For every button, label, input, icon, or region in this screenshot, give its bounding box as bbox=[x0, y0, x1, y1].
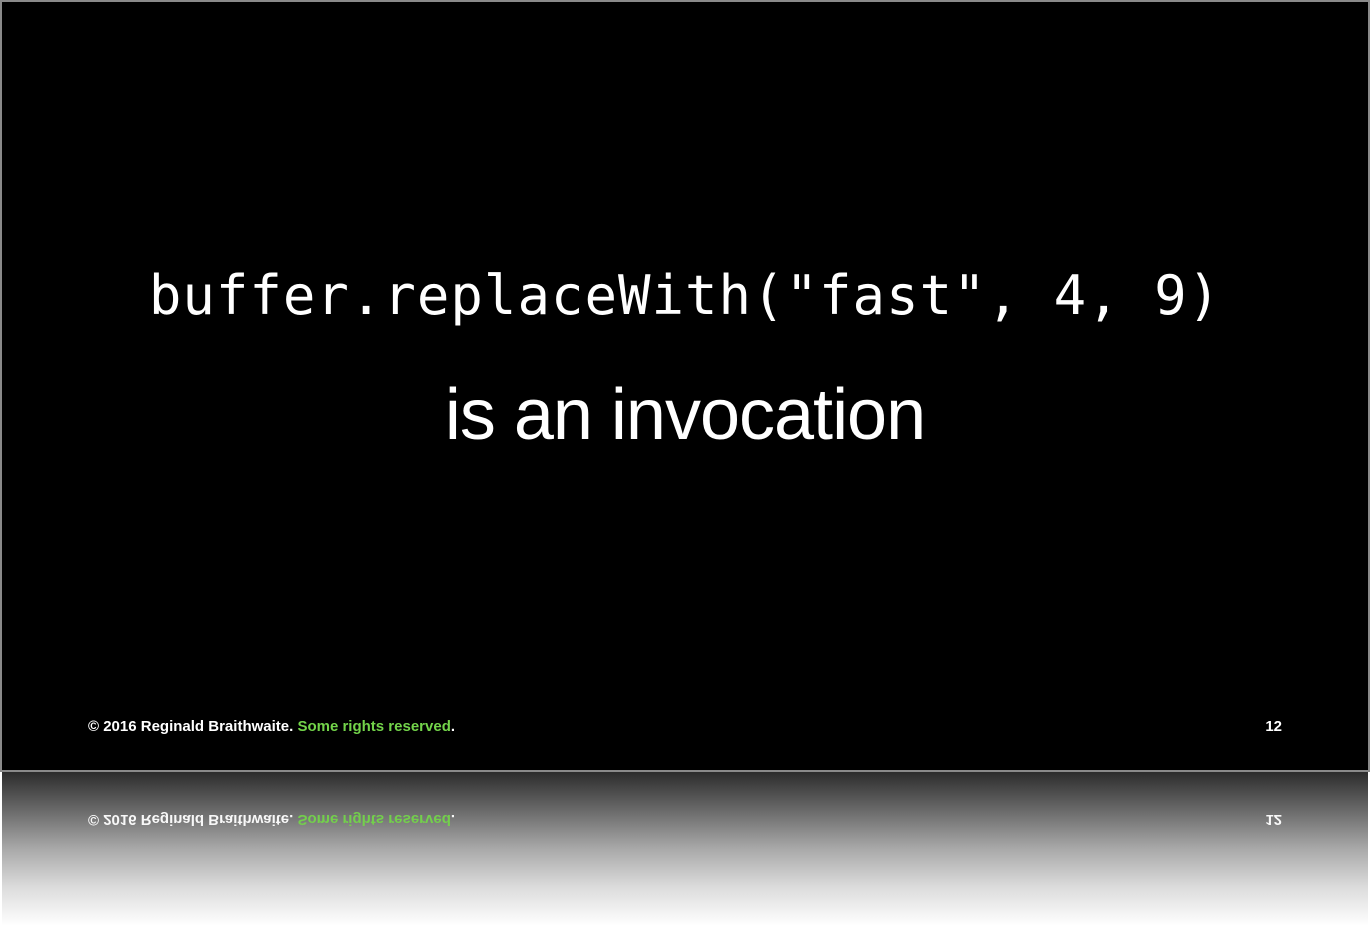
reflected-rights-link: Some rights reserved bbox=[297, 811, 451, 828]
code-snippet: buffer.replaceWith("fast", 4, 9) bbox=[148, 264, 1222, 327]
reflected-copyright-notice: © 2016 Reginald Braithwaite. Some rights… bbox=[88, 811, 455, 828]
reflected-page-number: 12 bbox=[1265, 811, 1282, 828]
reflected-footer: © 2016 Reginald Braithwaite. Some rights… bbox=[88, 808, 1282, 828]
slide-caption: is an invocation bbox=[444, 375, 926, 455]
slide: buffer.replaceWith("fast", 4, 9) is an i… bbox=[0, 0, 1370, 772]
slide-footer: © 2016 Reginald Braithwaite. Some rights… bbox=[88, 718, 1282, 738]
reflected-copyright-period: . bbox=[450, 811, 456, 828]
presentation-stage: buffer.replaceWith("fast", 4, 9) is an i… bbox=[0, 0, 1370, 926]
copyright-notice: © 2016 Reginald Braithwaite. Some rights… bbox=[88, 718, 455, 735]
reflected-copyright-text: © 2016 Reginald Braithwaite. bbox=[88, 811, 298, 828]
rights-link[interactable]: Some rights reserved bbox=[297, 718, 450, 735]
copyright-text: © 2016 Reginald Braithwaite. bbox=[88, 718, 298, 735]
copyright-period: . bbox=[450, 718, 456, 735]
page-number: 12 bbox=[1265, 718, 1282, 735]
slide-reflection: © 2016 Reginald Braithwaite. Some rights… bbox=[2, 772, 1368, 926]
